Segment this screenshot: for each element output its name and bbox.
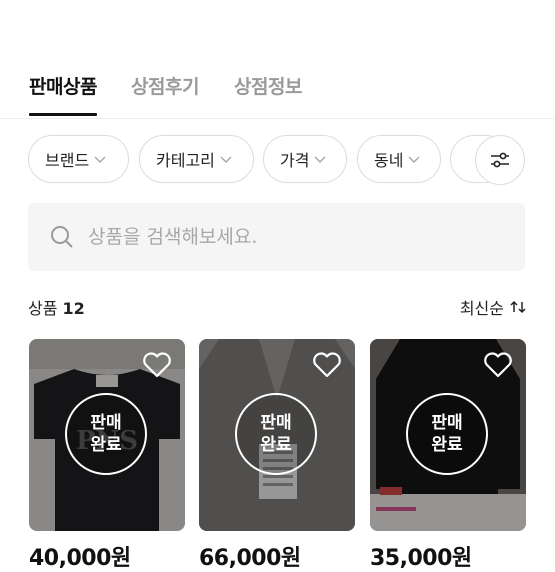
product-count-value: 12	[62, 299, 85, 318]
sold-badge: 판매 완료	[65, 393, 147, 475]
heart-icon[interactable]	[142, 351, 172, 383]
heart-icon[interactable]	[312, 351, 342, 383]
sort-arrows-icon	[510, 300, 526, 314]
tab-store-reviews[interactable]: 상점후기	[131, 72, 199, 99]
sold-badge: 판매 완료	[406, 393, 488, 475]
product-search-bar[interactable]	[28, 203, 525, 271]
filter-chip-label: 가격	[280, 151, 310, 170]
store-tabs: 판매상품 상점후기 상점정보	[0, 72, 555, 119]
product-price: 35,000원	[370, 546, 472, 571]
product-count-label: 상품	[28, 299, 58, 318]
filter-chip-label: 동네	[374, 151, 404, 170]
sold-badge-line1: 판매	[260, 413, 292, 433]
sort-button[interactable]: 최신순	[460, 295, 526, 319]
tab-store-info[interactable]: 상점정보	[234, 72, 302, 99]
product-count: 상품 12	[28, 295, 85, 319]
filter-chip-price[interactable]: 가격	[263, 135, 347, 183]
sold-badge-line2: 완료	[90, 435, 122, 455]
sort-label: 최신순	[459, 299, 504, 318]
sold-badge-line2: 완료	[431, 435, 463, 455]
sliders-icon	[489, 151, 511, 169]
product-price: 66,000원	[199, 546, 301, 571]
heart-icon[interactable]	[483, 351, 513, 383]
filter-chip-label: 브랜드	[45, 151, 90, 170]
filter-chip-neighborhood[interactable]: 동네	[357, 135, 441, 183]
sold-badge-line2: 완료	[260, 435, 292, 455]
search-input[interactable]	[86, 225, 470, 249]
product-card[interactable]: PNS 판매 완료	[29, 339, 185, 531]
product-card[interactable]: 판매 완료	[199, 339, 355, 531]
chevron-down-icon	[219, 154, 233, 164]
tab-sales-products[interactable]: 판매상품	[29, 72, 97, 116]
sold-badge-line1: 판매	[431, 413, 463, 433]
filter-chip-category[interactable]: 카테고리	[139, 135, 254, 183]
search-icon	[50, 225, 74, 249]
sold-badge-line1: 판매	[90, 413, 122, 433]
chevron-down-icon	[407, 154, 421, 164]
chevron-down-icon	[313, 154, 327, 164]
filter-chip-label: 카테고리	[156, 151, 215, 170]
chevron-down-icon	[93, 154, 107, 164]
product-price: 40,000원	[29, 546, 131, 571]
sold-badge: 판매 완료	[235, 393, 317, 475]
product-card[interactable]: 판매 완료	[370, 339, 526, 531]
filter-chip-brand[interactable]: 브랜드	[28, 135, 129, 183]
filter-settings-button[interactable]	[475, 135, 525, 185]
